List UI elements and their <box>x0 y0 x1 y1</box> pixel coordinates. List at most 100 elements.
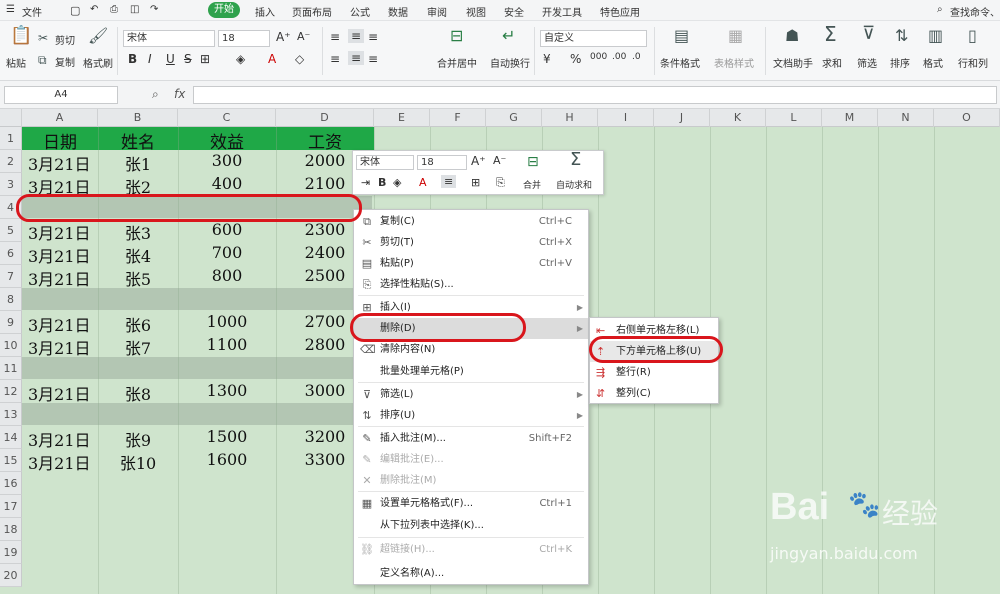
blank-row-11[interactable] <box>22 357 372 379</box>
file-menu[interactable]: 文件 <box>22 4 42 19</box>
row-col-icon[interactable]: ▯ <box>968 28 977 44</box>
mini-format-icon[interactable]: ⎘ <box>496 176 505 190</box>
format-painter-icon[interactable]: 🖌 <box>88 28 108 44</box>
row-header-10[interactable]: 10 <box>0 334 22 357</box>
context-menu-item-0[interactable]: ⧉ 复制(C) Ctrl+C <box>354 211 588 232</box>
row-header-1[interactable]: 1 <box>0 127 22 150</box>
cell-b2[interactable]: 张1 <box>98 151 178 175</box>
cell-b12[interactable]: 张8 <box>98 381 178 405</box>
format-painter-button[interactable]: 格式刷 <box>83 55 113 70</box>
row-header-17[interactable]: 17 <box>0 495 22 518</box>
tab-security[interactable]: 安全 <box>504 4 524 19</box>
header-cell-c[interactable]: 效益 <box>178 128 276 153</box>
cell-c12[interactable]: 1300 <box>178 381 276 400</box>
cell-b10[interactable]: 张7 <box>98 335 178 359</box>
column-header-m[interactable]: M <box>822 109 878 127</box>
cell-c7[interactable]: 800 <box>178 266 276 285</box>
cell-b9[interactable]: 张6 <box>98 312 178 336</box>
font-color-icon[interactable]: A <box>268 52 276 66</box>
search-icon[interactable]: ⌕ <box>937 4 943 15</box>
context-menu-item-3[interactable]: ⎘ 选择性粘贴(S)... <box>354 274 588 295</box>
column-header-b[interactable]: B <box>98 109 178 127</box>
preview-icon[interactable]: ◫ <box>130 4 139 15</box>
cell-a14[interactable]: 3月21日 <box>28 427 98 451</box>
context-menu-item-11[interactable]: ✎ 编辑批注(E)... <box>354 449 588 470</box>
cell-b14[interactable]: 张9 <box>98 427 178 451</box>
select-all-corner[interactable] <box>0 109 22 127</box>
column-header-e[interactable]: E <box>374 109 430 127</box>
format-button[interactable]: 格式 <box>923 55 943 70</box>
cell-c6[interactable]: 700 <box>178 243 276 262</box>
row-header-20[interactable]: 20 <box>0 564 22 587</box>
header-cell-a[interactable]: 日期 <box>22 128 98 153</box>
cell-a10[interactable]: 3月21日 <box>28 335 98 359</box>
context-menu-item-7[interactable]: 批量处理单元格(P) <box>354 361 588 382</box>
context-menu-item-6[interactable]: ⌫ 清除内容(N) <box>354 339 588 360</box>
mini-font-color-icon[interactable]: A <box>419 176 427 189</box>
mini-merge-button[interactable]: 合并 <box>523 178 541 191</box>
number-format-select[interactable]: 自定义 <box>540 30 647 47</box>
merge-center-button[interactable]: 合并居中 <box>437 55 477 70</box>
mini-bold-icon[interactable]: B <box>378 176 386 189</box>
row-header-15[interactable]: 15 <box>0 449 22 472</box>
increase-decimal-icon[interactable]: .00 <box>612 52 626 62</box>
mini-grow-font-icon[interactable]: A⁺ <box>471 154 486 168</box>
blank-row-8[interactable] <box>22 288 372 310</box>
column-header-o[interactable]: O <box>934 109 1000 127</box>
row-header-14[interactable]: 14 <box>0 426 22 449</box>
column-header-g[interactable]: G <box>486 109 542 127</box>
row-col-button[interactable]: 行和列 <box>958 55 988 70</box>
cell-b6[interactable]: 张4 <box>98 243 178 267</box>
name-box[interactable]: A4 <box>4 86 118 104</box>
context-menu-item-14[interactable]: 从下拉列表中选择(K)... <box>354 515 588 536</box>
column-header-j[interactable]: J <box>654 109 710 127</box>
row-header-2[interactable]: 2 <box>0 150 22 173</box>
bold-icon[interactable]: B <box>128 52 137 66</box>
sum-icon[interactable]: Σ <box>824 24 837 44</box>
cell-c9[interactable]: 1000 <box>178 312 276 331</box>
mini-border-icon[interactable]: ⊞ <box>471 176 480 189</box>
cell-a7[interactable]: 3月21日 <box>28 266 98 290</box>
header-cell-b[interactable]: 姓名 <box>98 128 178 153</box>
merge-icon[interactable]: ⊟ <box>450 28 463 44</box>
sum-button[interactable]: 求和 <box>822 55 842 70</box>
mini-fill-icon[interactable]: ◈ <box>393 176 401 189</box>
font-name-select[interactable]: 宋体 <box>123 30 215 47</box>
percent-icon[interactable]: % <box>570 52 581 66</box>
tab-data[interactable]: 数据 <box>388 4 408 19</box>
cell-a15[interactable]: 3月21日 <box>28 450 98 474</box>
table-style-icon[interactable]: ▦ <box>728 28 743 44</box>
row-header-18[interactable]: 18 <box>0 518 22 541</box>
fx-button[interactable]: fx <box>174 87 185 101</box>
filter-button[interactable]: 筛选 <box>857 55 877 70</box>
delete-submenu-item-2[interactable]: ⇶ 整行(R) <box>590 362 718 383</box>
context-menu-item-2[interactable]: ▤ 粘贴(P) Ctrl+V <box>354 253 588 274</box>
tab-home[interactable]: 开始 <box>208 2 240 18</box>
context-menu-item-12[interactable]: ✕ 删除批注(M) <box>354 470 588 491</box>
paste-button[interactable]: 粘贴 <box>6 55 26 70</box>
row-header-16[interactable]: 16 <box>0 472 22 495</box>
border-icon[interactable]: ⊞ <box>200 52 210 66</box>
menu-icon[interactable]: ☰ <box>6 4 15 15</box>
align-middle-icon[interactable]: ≡ <box>348 29 365 43</box>
column-header-i[interactable]: I <box>598 109 654 127</box>
tab-formulas[interactable]: 公式 <box>350 4 370 19</box>
doc-helper-icon[interactable]: ☗ <box>785 28 799 44</box>
cell-a9[interactable]: 3月21日 <box>28 312 98 336</box>
row-header-5[interactable]: 5 <box>0 219 22 242</box>
sort-button[interactable]: 排序 <box>890 55 910 70</box>
context-menu-item-15[interactable]: ⛓ 超链接(H)... Ctrl+K <box>354 539 588 560</box>
row-header-19[interactable]: 19 <box>0 541 22 564</box>
grow-font-icon[interactable]: A⁺ <box>276 30 291 44</box>
italic-icon[interactable]: I <box>148 52 152 66</box>
cell-a12[interactable]: 3月21日 <box>28 381 98 405</box>
cell-a6[interactable]: 3月21日 <box>28 243 98 267</box>
align-left-icon[interactable]: ≡ <box>330 52 340 66</box>
column-header-n[interactable]: N <box>878 109 934 127</box>
mini-wrap-icon[interactable]: ⇥ <box>361 176 370 189</box>
wrap-text-button[interactable]: 自动换行 <box>490 55 530 70</box>
align-top-icon[interactable]: ≡ <box>330 30 340 44</box>
cell-c15[interactable]: 1600 <box>178 450 276 469</box>
cell-c10[interactable]: 1100 <box>178 335 276 354</box>
tab-view[interactable]: 视图 <box>466 4 486 19</box>
